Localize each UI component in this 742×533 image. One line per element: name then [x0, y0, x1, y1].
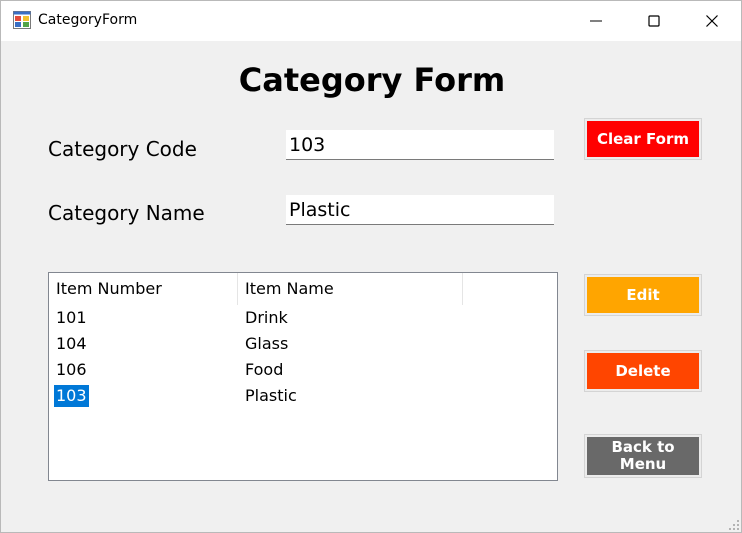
items-list-view[interactable]: Item Number Item Name 101 Drink 104 Glas… [48, 272, 558, 481]
back-to-menu-button[interactable]: Back to Menu [584, 434, 702, 478]
list-item[interactable]: 106 Food [49, 359, 557, 385]
form-heading: Category Form [238, 61, 506, 99]
list-item[interactable]: 103 Plastic [49, 385, 557, 411]
edit-button-label: Edit [587, 277, 699, 313]
category-form-window: CategoryForm Category Form Category Code… [0, 0, 742, 533]
item-name-cell: Plastic [245, 386, 297, 405]
item-number-cell: 101 [56, 308, 87, 327]
list-item[interactable]: 104 Glass [49, 333, 557, 359]
close-icon [706, 15, 718, 27]
item-name-cell: Glass [245, 334, 289, 353]
item-name-cell: Food [245, 360, 284, 379]
delete-button-label: Delete [587, 353, 699, 389]
minimize-button[interactable] [567, 1, 625, 41]
close-button[interactable] [683, 1, 741, 41]
form-icon [13, 11, 31, 29]
resize-grip-icon[interactable] [728, 519, 740, 531]
window-title: CategoryForm [38, 12, 138, 28]
column-header-item-name[interactable]: Item Name [238, 273, 463, 305]
maximize-icon [648, 15, 660, 27]
edit-button[interactable]: Edit [584, 274, 702, 316]
item-number-cell: 106 [56, 360, 87, 379]
clear-form-button[interactable]: Clear Form [584, 118, 702, 160]
list-header: Item Number Item Name [49, 273, 557, 305]
list-item[interactable]: 101 Drink [49, 307, 557, 333]
category-name-input[interactable] [286, 195, 554, 225]
category-code-label: Category Code [48, 137, 197, 161]
item-name-cell: Drink [245, 308, 288, 327]
category-name-label: Category Name [48, 201, 205, 225]
clear-form-button-label: Clear Form [587, 121, 699, 157]
delete-button[interactable]: Delete [584, 350, 702, 392]
item-number-cell: 104 [56, 334, 87, 353]
minimize-icon [590, 20, 602, 22]
category-code-input[interactable] [286, 130, 554, 160]
column-header-item-number[interactable]: Item Number [49, 273, 238, 305]
item-number-cell: 103 [54, 385, 89, 407]
back-to-menu-button-label: Back to Menu [587, 437, 699, 475]
maximize-button[interactable] [625, 1, 683, 41]
title-bar[interactable]: CategoryForm [1, 1, 741, 41]
